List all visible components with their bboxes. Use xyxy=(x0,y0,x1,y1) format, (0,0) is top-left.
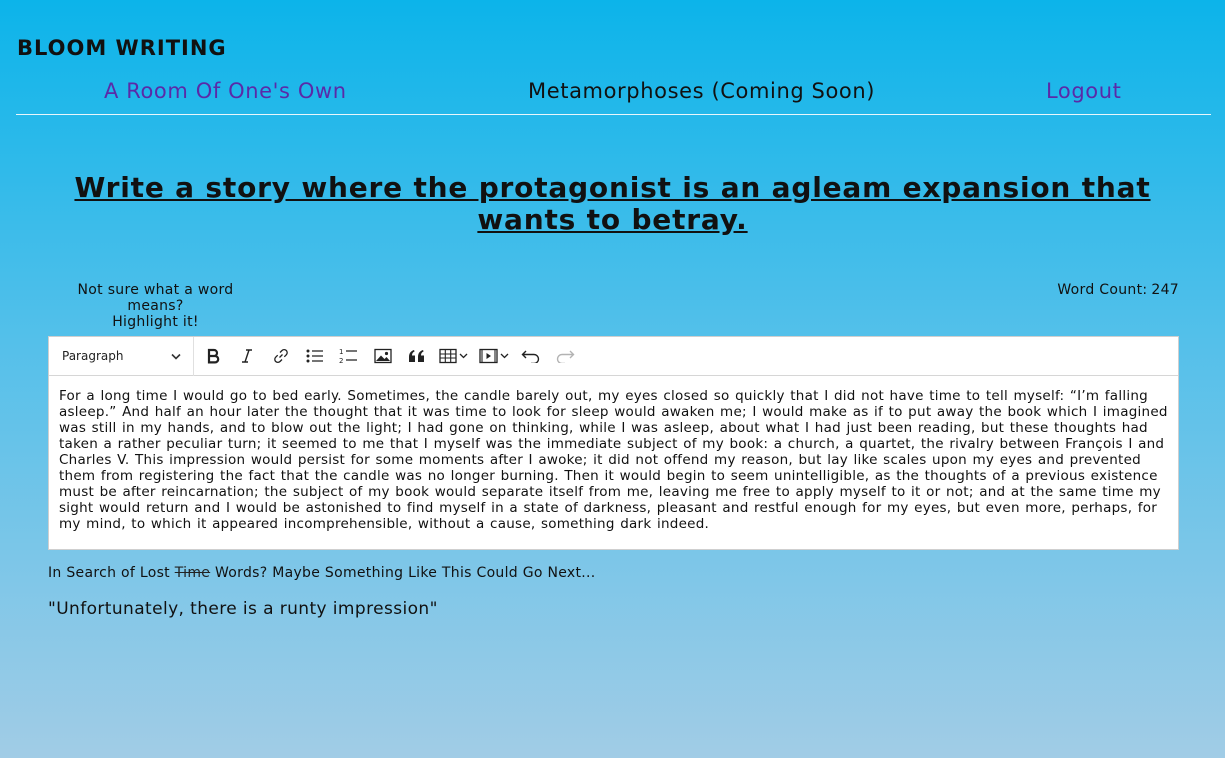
insert-table-button[interactable] xyxy=(436,341,472,371)
image-icon xyxy=(374,348,392,364)
svg-text:1: 1 xyxy=(339,348,343,356)
numbered-list-button[interactable]: 12 xyxy=(334,341,364,371)
brand-title: BLOOM WRITING xyxy=(17,36,227,60)
bold-icon xyxy=(207,348,220,364)
undo-icon xyxy=(521,350,540,363)
italic-button[interactable] xyxy=(232,341,262,371)
link-button[interactable] xyxy=(266,341,296,371)
word-count-label: Word Count: xyxy=(1057,282,1148,298)
media-icon xyxy=(479,348,509,364)
svg-text:2: 2 xyxy=(339,357,343,365)
word-count-value: 247 xyxy=(1151,282,1179,298)
nav-link-metamorphoses[interactable]: Metamorphoses (Coming Soon) xyxy=(528,79,875,103)
bulleted-list-icon xyxy=(306,349,323,363)
hint-line-1: Not sure what a word means? xyxy=(77,282,234,314)
numbered-list-icon: 12 xyxy=(339,348,357,365)
undo-button[interactable] xyxy=(516,341,546,371)
word-count: Word Count: 247 xyxy=(1057,282,1179,298)
writing-prompt: Write a story where the protagonist is a… xyxy=(74,171,1151,236)
block-format-dropdown[interactable]: Paragraph xyxy=(49,336,194,376)
block-format-value: Paragraph xyxy=(62,349,124,363)
image-button[interactable] xyxy=(368,341,398,371)
redo-button[interactable] xyxy=(550,341,580,371)
block-quote-button[interactable] xyxy=(402,341,432,371)
hint-line-2: Highlight it! xyxy=(112,314,199,330)
link-icon xyxy=(274,348,288,364)
top-nav: A Room Of One's Own Metamorphoses (Comin… xyxy=(16,76,1211,115)
suggestion-label: In Search of Lost Time Words? Maybe Some… xyxy=(48,565,596,581)
bold-button[interactable] xyxy=(198,341,228,371)
suggestion-label-prefix: In Search of Lost xyxy=(48,565,170,581)
editor-content[interactable]: For a long time I would go to bed early.… xyxy=(49,376,1178,532)
rich-text-editor: Paragraph 12 For a long time I would go … xyxy=(48,336,1179,550)
redo-icon xyxy=(556,350,575,363)
insert-media-button[interactable] xyxy=(476,341,512,371)
editor-toolbar: Paragraph 12 xyxy=(49,336,1178,376)
nav-link-room[interactable]: A Room Of One's Own xyxy=(104,79,347,103)
quote-icon xyxy=(409,350,424,362)
suggestion-label-suffix: Words? Maybe Something Like This Could G… xyxy=(214,565,596,581)
table-icon xyxy=(439,348,468,364)
bulleted-list-button[interactable] xyxy=(300,341,330,371)
next-sentence-suggestion: "Unfortunately, there is a runty impress… xyxy=(48,599,438,619)
suggestion-label-struck: Time xyxy=(174,565,211,581)
italic-icon xyxy=(242,349,252,363)
nav-link-logout[interactable]: Logout xyxy=(1046,79,1122,103)
chevron-down-icon xyxy=(171,353,181,360)
dictionary-hint: Not sure what a word means? Highlight it… xyxy=(48,282,263,330)
